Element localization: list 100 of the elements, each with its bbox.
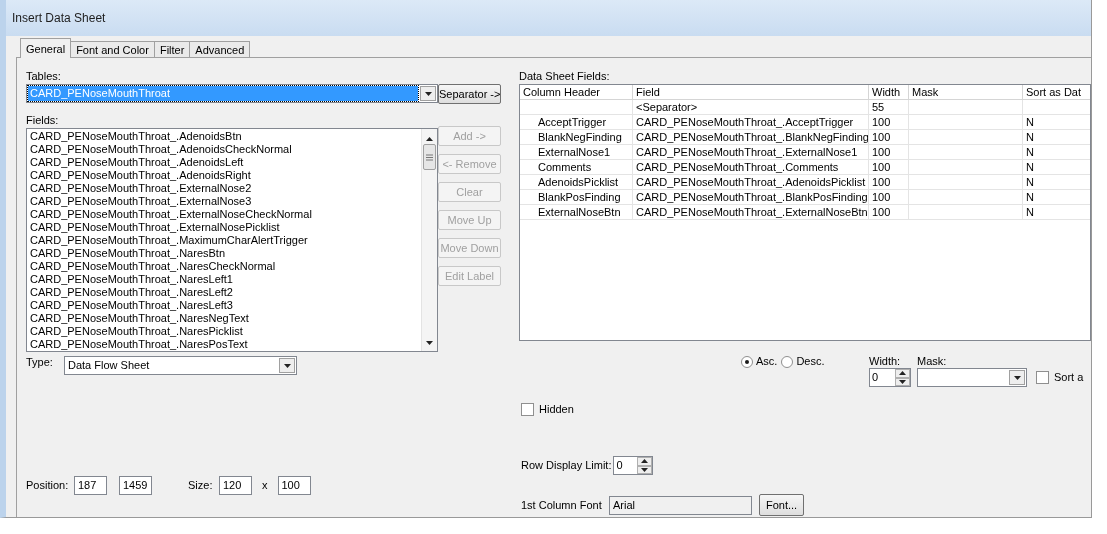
list-item[interactable]: CARD_PENoseMouthThroat_.AdenoidsCheckNormal bbox=[30, 143, 421, 156]
list-item[interactable]: CARD_PENoseMouthThroat_.NaresPicklist bbox=[30, 325, 421, 338]
radio-button[interactable] bbox=[781, 355, 794, 368]
dropdown-button[interactable] bbox=[420, 86, 436, 101]
data-sheet-fields-label: Data Sheet Fields: bbox=[519, 70, 611, 83]
type-dropdown[interactable]: Data Flow Sheet bbox=[64, 356, 297, 375]
table-cell: N bbox=[1023, 130, 1090, 145]
table-cell: 55 bbox=[869, 100, 909, 115]
table-cell: 100 bbox=[869, 160, 909, 175]
dropdown-button[interactable] bbox=[1009, 370, 1025, 385]
list-item[interactable]: CARD_PENoseMouthThroat_.NaresBtn bbox=[30, 247, 421, 260]
spin-down-button[interactable] bbox=[637, 465, 653, 474]
table-cell: N bbox=[1023, 205, 1090, 220]
list-item[interactable]: CARD_PENoseMouthThroat_.ExternalNoseCheckNormal bbox=[30, 208, 421, 221]
table-cell: CARD_PENoseMouthThroat_.AdenoidsPicklist bbox=[633, 175, 869, 190]
table-cell: 100 bbox=[869, 115, 909, 130]
list-item[interactable]: CARD_PENoseMouthThroat_.NaresLeft3 bbox=[30, 299, 421, 312]
table-cell: 100 bbox=[869, 175, 909, 190]
position-x-field[interactable]: 187 bbox=[74, 476, 107, 495]
width-label: Width: bbox=[869, 355, 902, 368]
table-cell: CARD_PENoseMouthThroat_.BlankPosFinding bbox=[633, 190, 869, 205]
list-item[interactable]: CARD_PENoseMouthThroat_.ExternalNose3 bbox=[30, 195, 421, 208]
table-cell: Comments bbox=[520, 160, 633, 175]
radio-label: Desc. bbox=[796, 355, 825, 368]
width-spinner[interactable]: 0 bbox=[869, 368, 911, 387]
column-header[interactable]: Sort as Dat bbox=[1023, 85, 1090, 100]
table-cell: ExternalNoseBtn bbox=[520, 205, 633, 220]
list-item[interactable]: CARD_PENoseMouthThroat_.NaresNegText bbox=[30, 312, 421, 325]
window-title: Insert Data Sheet bbox=[12, 11, 106, 25]
fields-label: Fields: bbox=[26, 114, 60, 127]
position-label: Position: bbox=[26, 479, 70, 492]
list-item[interactable]: CARD_PENoseMouthThroat_.NaresLeft2 bbox=[30, 286, 421, 299]
column-header[interactable]: Width bbox=[869, 85, 909, 100]
caret-down-icon bbox=[424, 91, 432, 96]
tables-label: Tables: bbox=[26, 70, 62, 83]
type-label: Type: bbox=[26, 356, 54, 369]
column-header[interactable]: Mask bbox=[909, 85, 1023, 100]
font-button[interactable]: Font... bbox=[759, 494, 805, 516]
table-cell: 100 bbox=[869, 205, 909, 220]
table-cell: N bbox=[1023, 190, 1090, 205]
spin-up-button[interactable] bbox=[895, 369, 910, 378]
table-cell: CARD_PENoseMouthThroat_.BlankNegFinding bbox=[633, 130, 869, 145]
dropdown-button[interactable] bbox=[279, 358, 295, 373]
spin-up-button[interactable] bbox=[637, 457, 653, 466]
list-item[interactable]: CARD_PENoseMouthThroat_.AdenoidsBtn bbox=[30, 130, 421, 143]
table-cell: <Separator> bbox=[633, 100, 869, 115]
hidden-label: Hidden bbox=[539, 403, 574, 416]
table-cell: CARD_PENoseMouthThroat_.Comments bbox=[633, 160, 869, 175]
table-cell: N bbox=[1023, 115, 1090, 130]
tab[interactable]: General bbox=[20, 38, 72, 58]
table-cell: N bbox=[1023, 175, 1090, 190]
list-item[interactable]: CARD_PENoseMouthThroat_.NaresCheckNormal bbox=[30, 260, 421, 273]
column-header[interactable]: Field bbox=[633, 85, 869, 100]
list-item[interactable]: CARD_PENoseMouthThroat_.ExternalNose2 bbox=[30, 182, 421, 195]
tab[interactable]: Advanced bbox=[189, 41, 251, 58]
table-cell: CARD_PENoseMouthThroat_.ExternalNoseBtn bbox=[633, 205, 869, 220]
row-limit-spinner[interactable]: 0 bbox=[613, 456, 654, 475]
size-label: Size: bbox=[188, 479, 214, 492]
checkbox[interactable] bbox=[521, 403, 534, 416]
grip-icon bbox=[426, 153, 433, 161]
table-cell: BlankNegFinding bbox=[520, 130, 633, 145]
table-cell: N bbox=[1023, 145, 1090, 160]
table-cell: 100 bbox=[869, 190, 909, 205]
table-cell: ExternalNose1 bbox=[520, 145, 633, 160]
mask-dropdown[interactable] bbox=[917, 368, 1027, 387]
table-cell: AcceptTrigger bbox=[520, 115, 633, 130]
table-cell: BlankPosFinding bbox=[520, 190, 633, 205]
spin-down-button[interactable] bbox=[895, 377, 910, 386]
first-column-font-label: 1st Column Font bbox=[521, 498, 603, 512]
font-field: Arial bbox=[609, 495, 752, 515]
list-item[interactable]: CARD_PENoseMouthThroat_.AdenoidsLeft bbox=[30, 156, 421, 169]
table-cell: AdenoidsPicklist bbox=[520, 175, 633, 190]
width-field[interactable]: 120 bbox=[219, 476, 252, 495]
table-cell: CARD_PENoseMouthThroat_.AcceptTrigger bbox=[633, 115, 869, 130]
table-cell: 100 bbox=[869, 130, 909, 145]
list-item[interactable]: CARD_PENoseMouthThroat_.NaresPosText bbox=[30, 338, 421, 351]
list-item[interactable]: CARD_PENoseMouthThroat_.AdenoidsRight bbox=[30, 169, 421, 182]
scrollbar[interactable] bbox=[421, 129, 437, 351]
tab[interactable]: Font and Color bbox=[70, 41, 155, 58]
table-cell: CARD_PENoseMouthThroat_.ExternalNose1 bbox=[633, 145, 869, 160]
scroll-up-icon bbox=[426, 137, 433, 141]
caret-down-icon bbox=[1013, 375, 1021, 380]
action-button[interactable]: Separator -> bbox=[438, 84, 501, 104]
times-label: x bbox=[262, 479, 268, 492]
table-cell: N bbox=[1023, 160, 1090, 175]
row-display-limit-label: Row Display Limit: bbox=[521, 459, 612, 472]
checkbox[interactable] bbox=[1036, 371, 1049, 384]
list-item[interactable]: CARD_PENoseMouthThroat_.MaximumCharAlertTrigger bbox=[30, 234, 421, 247]
table-cell: 100 bbox=[869, 145, 909, 160]
list-item[interactable]: CARD_PENoseMouthThroat_.ExternalNosePicklist bbox=[30, 221, 421, 234]
scroll-down-icon bbox=[426, 341, 433, 345]
mask-label: Mask: bbox=[917, 355, 948, 368]
radio-label: Asc. bbox=[756, 355, 778, 368]
height-field[interactable]: 100 bbox=[277, 476, 311, 495]
sort-as-date-label: Sort a bbox=[1054, 371, 1084, 384]
list-item[interactable]: CARD_PENoseMouthThroat_.NaresLeft1 bbox=[30, 273, 421, 286]
caret-down-icon bbox=[283, 363, 291, 368]
radio-button[interactable] bbox=[741, 355, 753, 368]
column-header[interactable]: Column Header bbox=[520, 85, 633, 100]
position-y-field[interactable]: 1459 bbox=[119, 476, 152, 495]
